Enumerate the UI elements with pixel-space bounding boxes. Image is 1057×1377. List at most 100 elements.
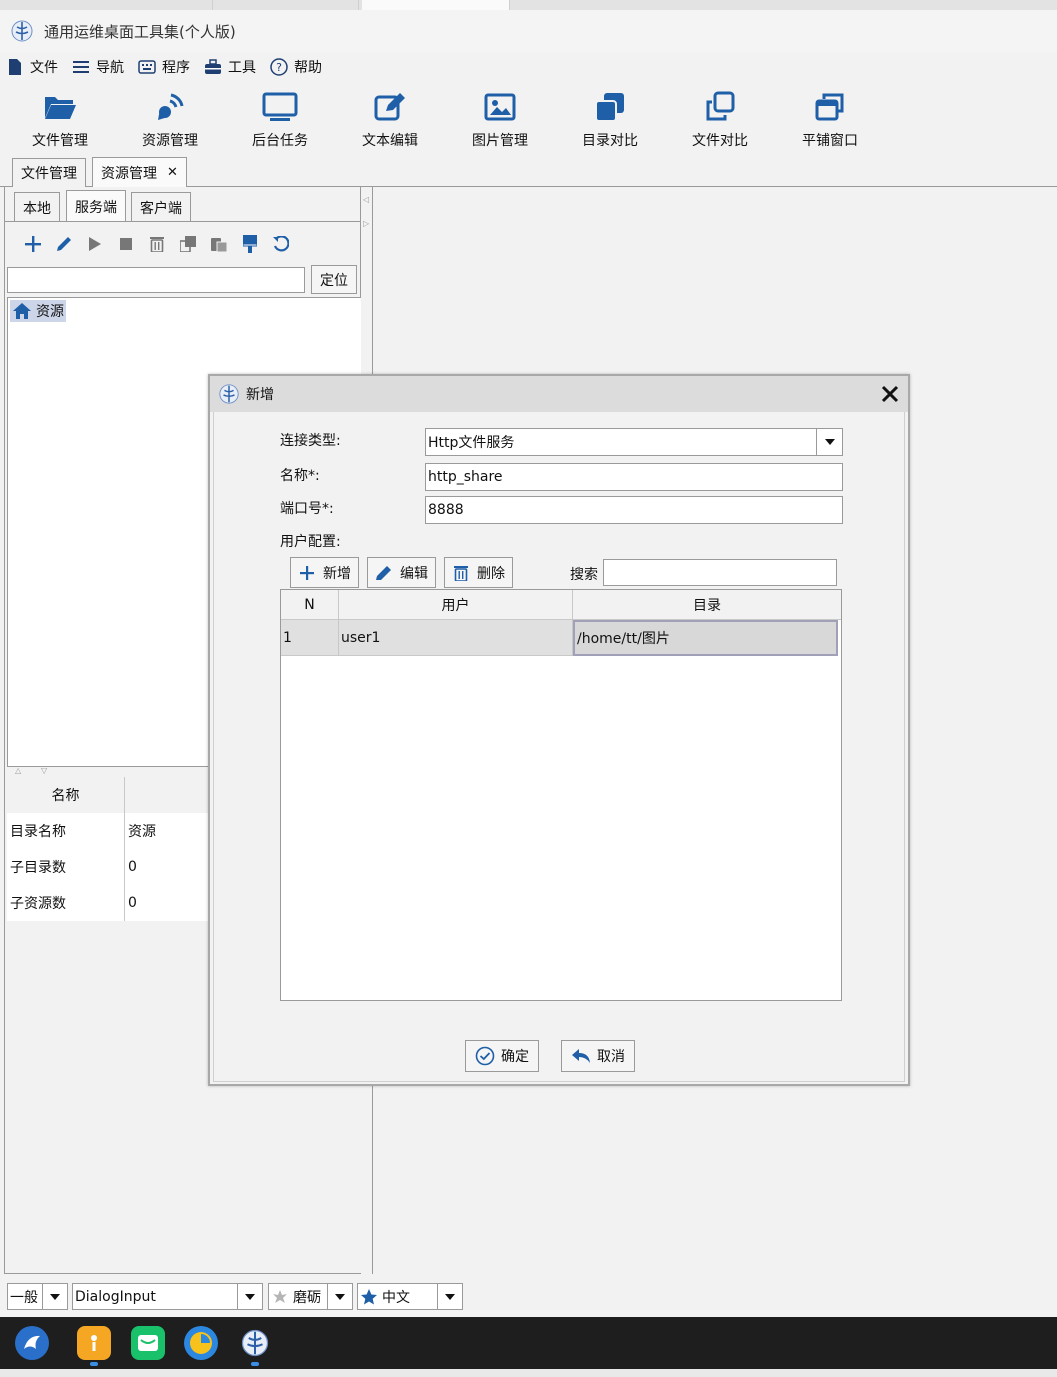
chevron-down-icon[interactable] bbox=[437, 1284, 462, 1309]
menu-help[interactable]: ? 帮助 bbox=[270, 57, 322, 77]
splitter-left-arrow-icon[interactable]: ◁ bbox=[363, 195, 369, 204]
monitor-icon bbox=[262, 90, 298, 124]
star-icon bbox=[360, 1288, 378, 1306]
subtab-server[interactable]: 服务端 bbox=[66, 190, 126, 222]
toolbar-resource-manage-button[interactable]: 资源管理 bbox=[115, 82, 225, 154]
toolbar-image-manage-button[interactable]: 图片管理 bbox=[445, 82, 555, 154]
paste-icon[interactable] bbox=[203, 232, 234, 256]
prop-name-cell: 目录名称 bbox=[7, 813, 125, 849]
tab-label: 文件管理 bbox=[21, 166, 77, 182]
column-header-user[interactable]: 用户 bbox=[339, 590, 573, 620]
toolbar-label: 文件对比 bbox=[692, 133, 748, 149]
add-icon[interactable] bbox=[17, 232, 48, 256]
toolbar-label: 文本编辑 bbox=[362, 133, 418, 149]
menu-file[interactable]: 文件 bbox=[6, 57, 58, 77]
menu-tools-label: 工具 bbox=[228, 60, 256, 76]
taskbar-browser-icon[interactable] bbox=[184, 1326, 218, 1360]
tab-resource-manage[interactable]: 资源管理 ✕ bbox=[92, 157, 187, 187]
stop-icon[interactable] bbox=[110, 232, 141, 256]
document-tab-bar: 文件管理 资源管理 ✕ bbox=[0, 154, 1057, 187]
help-icon: ? bbox=[270, 58, 288, 76]
toolbar-background-task-button[interactable]: 后台任务 bbox=[225, 82, 335, 154]
toolbar-label: 资源管理 bbox=[142, 133, 198, 149]
toolbar-text-edit-button[interactable]: 文本编辑 bbox=[335, 82, 445, 154]
menu-nav[interactable]: 导航 bbox=[72, 57, 124, 77]
dialog-close-icon[interactable] bbox=[878, 382, 902, 406]
toolbar-label: 目录对比 bbox=[582, 133, 638, 149]
taskbar bbox=[0, 1317, 1057, 1369]
copy-icon[interactable] bbox=[172, 232, 203, 256]
theme-select[interactable]: 磨砺 bbox=[268, 1283, 353, 1310]
toolbar-dir-compare-button[interactable]: 目录对比 bbox=[555, 82, 665, 154]
locate-input[interactable] bbox=[7, 267, 305, 293]
menu-nav-label: 导航 bbox=[96, 60, 124, 76]
taskbar-launcher-icon[interactable] bbox=[15, 1326, 49, 1360]
taskbar-app-orange-icon[interactable] bbox=[77, 1326, 111, 1360]
prop-name-cell: 子资源数 bbox=[7, 885, 125, 921]
font-select[interactable]: DialogInput bbox=[72, 1283, 263, 1310]
toolbar-file-manage-button[interactable]: 文件管理 bbox=[5, 82, 115, 154]
subtab-client[interactable]: 客户端 bbox=[131, 192, 191, 222]
brush-icon[interactable] bbox=[234, 232, 265, 256]
collapse-up-icon[interactable]: △ bbox=[15, 766, 21, 775]
edit-icon[interactable] bbox=[48, 232, 79, 256]
menu-tools[interactable]: 工具 bbox=[204, 57, 256, 77]
user-add-button[interactable]: 新增 bbox=[290, 557, 359, 588]
subtab-local[interactable]: 本地 bbox=[14, 192, 60, 222]
user-table: N 用户 目录 1 user1 /home/tt/图片 bbox=[280, 589, 842, 1001]
chevron-down-icon[interactable] bbox=[42, 1284, 67, 1309]
name-label: 名称*: bbox=[280, 468, 320, 484]
properties-header-name[interactable]: 名称 bbox=[7, 777, 125, 813]
dialog-title-bar[interactable]: 新增 bbox=[210, 376, 908, 412]
image-icon bbox=[482, 90, 518, 124]
table-cell-user[interactable]: user1 bbox=[339, 620, 573, 656]
tab-file-manage[interactable]: 文件管理 bbox=[12, 158, 86, 187]
ok-button[interactable]: 确定 bbox=[465, 1040, 539, 1072]
collapse-down-icon[interactable]: ▽ bbox=[41, 766, 47, 775]
language-select[interactable]: 中文 bbox=[357, 1283, 463, 1310]
chevron-down-icon[interactable] bbox=[237, 1284, 262, 1309]
chevron-down-icon[interactable] bbox=[816, 429, 842, 455]
toolbar-label: 后台任务 bbox=[252, 133, 308, 149]
column-header-dir[interactable]: 目录 bbox=[573, 590, 841, 620]
tree-root-node[interactable]: 资源 bbox=[10, 300, 66, 322]
port-field[interactable]: 8888 bbox=[425, 496, 843, 524]
add-icon bbox=[298, 564, 316, 582]
toolbar-file-compare-button[interactable]: 文件对比 bbox=[665, 82, 775, 154]
tab-close-icon[interactable]: ✕ bbox=[167, 165, 178, 180]
taskbar-app-logo-icon[interactable] bbox=[238, 1326, 272, 1360]
refresh-icon[interactable] bbox=[265, 232, 296, 256]
edit-icon bbox=[375, 564, 393, 582]
table-cell-dir[interactable]: /home/tt/图片 bbox=[573, 620, 838, 656]
tab-label: 资源管理 bbox=[101, 165, 157, 182]
trash-icon[interactable] bbox=[141, 232, 172, 256]
search-input[interactable] bbox=[603, 559, 837, 586]
top-strip-segment bbox=[0, 0, 213, 10]
status-bar: 一般 DialogInput 磨砺 中文 bbox=[0, 1274, 1057, 1317]
toolbar-tile-window-button[interactable]: 平铺窗口 bbox=[775, 82, 885, 154]
conn-type-value: Http文件服务 bbox=[428, 435, 515, 451]
splitter-right-arrow-icon[interactable]: ▷ bbox=[363, 219, 369, 228]
font-value: DialogInput bbox=[75, 1288, 156, 1305]
play-icon[interactable] bbox=[79, 232, 110, 256]
leaf-icon bbox=[271, 1288, 289, 1306]
menu-bar: 文件 导航 程序 工具 ? 帮助 bbox=[0, 52, 1057, 82]
table-cell-n[interactable]: 1 bbox=[281, 620, 339, 656]
column-header-n[interactable]: N bbox=[281, 590, 339, 620]
menu-program[interactable]: 程序 bbox=[138, 57, 190, 77]
user-delete-button[interactable]: 删除 bbox=[444, 557, 513, 588]
name-field[interactable]: http_share bbox=[425, 463, 843, 491]
taskbar-app-green-icon[interactable] bbox=[131, 1326, 165, 1360]
resource-toolbar bbox=[17, 231, 296, 257]
home-icon bbox=[13, 303, 31, 319]
cancel-button[interactable]: 取消 bbox=[561, 1040, 635, 1072]
locate-button[interactable]: 定位 bbox=[311, 265, 357, 294]
level-select[interactable]: 一般 bbox=[7, 1283, 68, 1310]
file-icon bbox=[6, 58, 24, 76]
dialog-title: 新增 bbox=[246, 387, 274, 403]
user-edit-button[interactable]: 编辑 bbox=[367, 557, 436, 588]
keyboard-icon bbox=[138, 58, 156, 76]
conn-type-label: 连接类型: bbox=[280, 433, 341, 449]
conn-type-select[interactable]: Http文件服务 bbox=[425, 428, 843, 456]
chevron-down-icon[interactable] bbox=[327, 1284, 352, 1309]
